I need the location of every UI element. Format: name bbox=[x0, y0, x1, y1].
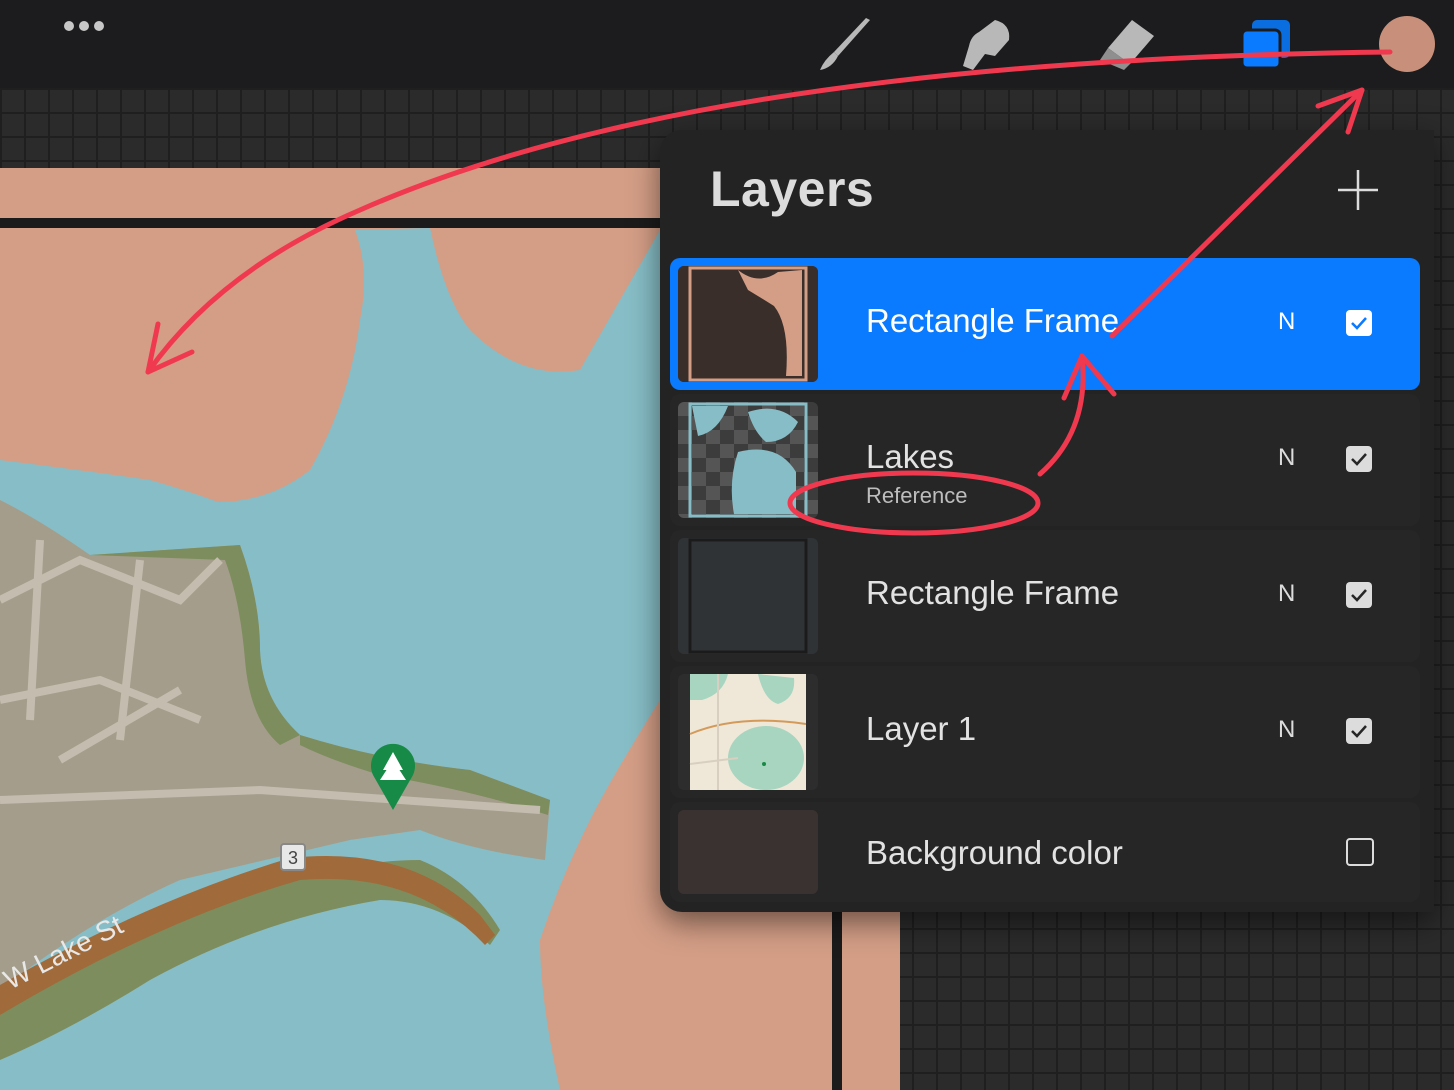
more-options-button[interactable] bbox=[64, 18, 112, 34]
layers-panel: Layers Rectangle Frame N Lakes Reference… bbox=[660, 130, 1434, 912]
ellipsis-icon bbox=[64, 21, 74, 31]
paintbrush-icon bbox=[820, 18, 870, 70]
blend-mode-button[interactable]: N bbox=[1278, 716, 1295, 744]
blend-mode-button[interactable]: N bbox=[1278, 580, 1295, 608]
layer-name: Rectangle Frame bbox=[866, 574, 1120, 611]
smudge-tool-button[interactable] bbox=[955, 16, 1015, 74]
layer-name: Layer 1 bbox=[866, 710, 977, 747]
layer-thumbnail bbox=[678, 402, 818, 518]
layers-tool-button[interactable] bbox=[1236, 16, 1296, 74]
layer-row-layer-1[interactable]: Layer 1 N bbox=[670, 666, 1420, 798]
layer-row-lakes[interactable]: Lakes Reference N bbox=[670, 394, 1420, 526]
color-picker-button[interactable] bbox=[1379, 16, 1435, 72]
blend-mode-button[interactable]: N bbox=[1278, 308, 1295, 336]
layer-subtitle: Reference bbox=[866, 483, 968, 508]
layer-name: Rectangle Frame bbox=[866, 302, 1120, 339]
add-layer-button[interactable] bbox=[1336, 168, 1380, 212]
eraser-icon bbox=[1100, 20, 1154, 70]
checkmark-icon bbox=[1351, 725, 1367, 738]
visibility-checkbox[interactable] bbox=[1346, 718, 1372, 744]
layer-thumbnail bbox=[678, 538, 818, 654]
layer-row-rectangle-frame-top[interactable]: Rectangle Frame N bbox=[670, 258, 1420, 390]
layer-row-background-color[interactable]: Background color bbox=[670, 802, 1420, 902]
checkmark-icon bbox=[1351, 453, 1367, 466]
layer-thumbnail bbox=[678, 266, 818, 382]
layer-row-rectangle-frame[interactable]: Rectangle Frame N bbox=[670, 530, 1420, 662]
layer-thumbnail bbox=[678, 674, 818, 790]
smudge-finger-icon bbox=[963, 20, 1010, 70]
visibility-checkbox[interactable] bbox=[1346, 838, 1374, 866]
visibility-checkbox[interactable] bbox=[1346, 446, 1372, 472]
panel-title: Layers bbox=[710, 161, 875, 217]
layer-name: Background color bbox=[866, 834, 1123, 871]
visibility-checkbox[interactable] bbox=[1346, 310, 1372, 336]
checkmark-icon bbox=[1351, 317, 1367, 330]
layers-icon bbox=[1240, 20, 1290, 70]
eraser-tool-button[interactable] bbox=[1096, 16, 1156, 74]
background-color-swatch[interactable] bbox=[678, 810, 818, 894]
route-shield-label: 3 bbox=[288, 848, 298, 868]
blend-mode-button[interactable]: N bbox=[1278, 444, 1295, 472]
plus-icon bbox=[1338, 170, 1378, 210]
top-toolbar bbox=[0, 0, 1454, 88]
brush-tool-button[interactable] bbox=[812, 16, 872, 74]
visibility-checkbox[interactable] bbox=[1346, 582, 1372, 608]
layer-name: Lakes bbox=[866, 438, 955, 475]
checkmark-icon bbox=[1351, 589, 1367, 602]
